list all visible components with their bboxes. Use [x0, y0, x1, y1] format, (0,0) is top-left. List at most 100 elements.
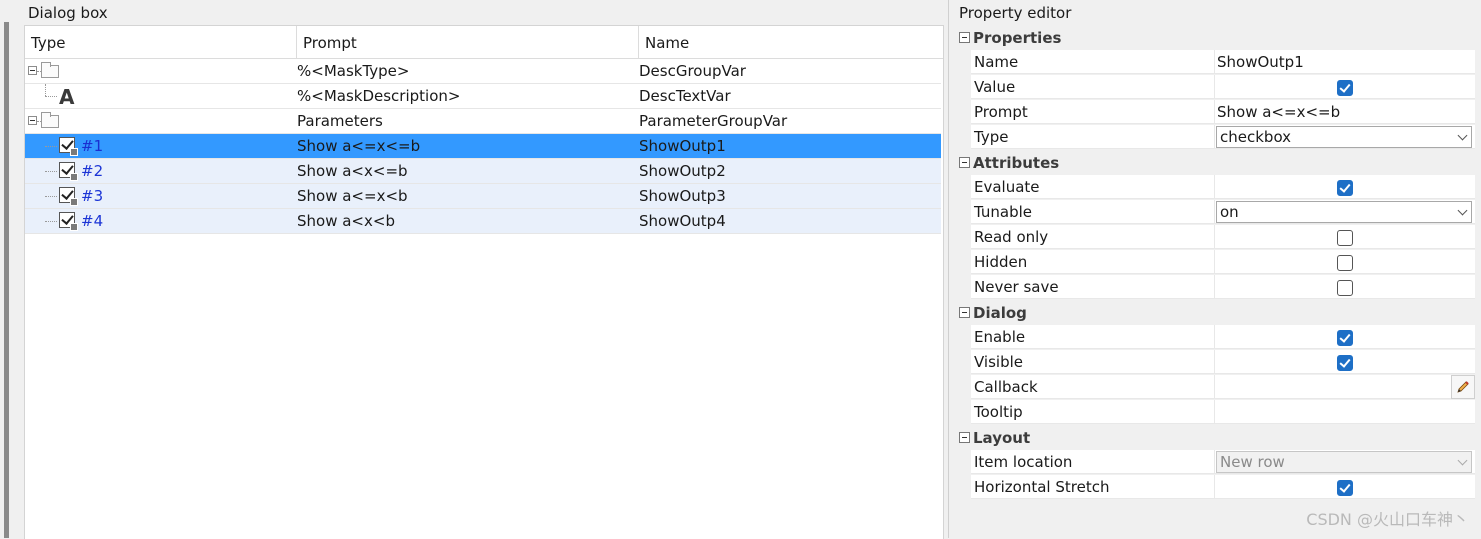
row-name: ShowOutp3	[639, 187, 726, 205]
section-label: Attributes	[973, 154, 1060, 172]
row-prompt: Show a<x<b	[297, 212, 395, 230]
property-tooltip: Tooltip	[955, 400, 1475, 425]
enable-checkbox[interactable]	[1337, 330, 1353, 346]
type-select[interactable]: checkbox	[1216, 126, 1472, 148]
chevron-down-icon	[1457, 130, 1468, 141]
dialog-tree: Type Prompt Name %<MaskType> DescGroupVa…	[24, 25, 944, 539]
never-save-checkbox[interactable]	[1337, 280, 1353, 296]
property-name: Name ShowOutp1	[955, 50, 1475, 75]
type-select-value: checkbox	[1220, 128, 1292, 146]
collapse-icon[interactable]	[959, 157, 970, 168]
folder-icon	[41, 62, 59, 78]
read-only-cell	[1215, 225, 1475, 249]
property-label: Evaluate	[971, 175, 1215, 199]
row-label: #2	[81, 162, 104, 180]
tunable-select-value: on	[1220, 203, 1239, 221]
prompt-value-field[interactable]: Show a<=x<=b	[1215, 100, 1475, 124]
column-header-name[interactable]: Name	[639, 26, 943, 58]
tree-row-desc-text[interactable]: A %<MaskDescription> DescTextVar	[25, 84, 941, 109]
value-checkbox[interactable]	[1337, 80, 1353, 96]
section-attributes[interactable]: Attributes	[955, 150, 1475, 175]
property-type: Type checkbox	[955, 125, 1475, 150]
property-editor-panel: Property editor Properties Name ShowOutp…	[949, 0, 1481, 538]
tree-row-param-1[interactable]: #1 Show a<=x<=b ShowOutp1	[25, 134, 941, 159]
dialog-box-title: Dialog box	[28, 4, 108, 22]
collapse-icon[interactable]	[959, 307, 970, 318]
section-layout[interactable]: Layout	[955, 425, 1475, 450]
tree-connector	[45, 171, 57, 172]
row-label: #3	[81, 187, 104, 205]
column-header-type[interactable]: Type	[25, 26, 297, 58]
read-only-checkbox[interactable]	[1337, 230, 1353, 246]
checkbox-type-icon	[59, 212, 78, 231]
row-prompt: %<MaskType>	[297, 62, 410, 80]
property-prompt: Prompt Show a<=x<=b	[955, 100, 1475, 125]
property-hidden: Hidden	[955, 250, 1475, 275]
property-label: Enable	[971, 325, 1215, 349]
tunable-select[interactable]: on	[1216, 201, 1472, 223]
property-callback: Callback	[955, 375, 1475, 400]
column-header-prompt[interactable]: Prompt	[297, 26, 639, 58]
section-dialog[interactable]: Dialog	[955, 300, 1475, 325]
property-evaluate: Evaluate	[955, 175, 1475, 200]
collapse-icon[interactable]	[28, 66, 37, 75]
tunable-cell: on	[1215, 200, 1475, 224]
tree-row-param-4[interactable]: #4 Show a<x<b ShowOutp4	[25, 209, 941, 234]
property-tunable: Tunable on	[955, 200, 1475, 225]
checkbox-type-icon	[59, 187, 78, 206]
item-location-value: New row	[1220, 453, 1285, 471]
hidden-checkbox[interactable]	[1337, 255, 1353, 271]
property-label: Name	[971, 50, 1215, 74]
property-label: Tooltip	[971, 400, 1215, 424]
row-label: #4	[81, 212, 104, 230]
row-name: ShowOutp2	[639, 162, 726, 180]
tree-header: Type Prompt Name	[25, 26, 943, 59]
property-label: Horizontal Stretch	[971, 475, 1215, 499]
property-read-only: Read only	[955, 225, 1475, 250]
name-value-field[interactable]: ShowOutp1	[1215, 50, 1475, 74]
row-prompt: Parameters	[297, 112, 383, 130]
callback-field[interactable]	[1215, 375, 1475, 399]
property-label: Tunable	[971, 200, 1215, 224]
property-label: Visible	[971, 350, 1215, 374]
vertical-scrollbar[interactable]	[4, 22, 9, 538]
type-cell: checkbox	[1215, 125, 1475, 149]
tree-row-parameters[interactable]: Parameters ParameterGroupVar	[25, 109, 941, 134]
horizontal-stretch-checkbox[interactable]	[1337, 480, 1353, 496]
checkbox-type-icon	[59, 162, 78, 181]
property-label: Hidden	[971, 250, 1215, 274]
watermark: CSDN @火山口车神丶	[1306, 510, 1469, 529]
collapse-icon[interactable]	[959, 432, 970, 443]
tree-row-desc-group[interactable]: %<MaskType> DescGroupVar	[25, 59, 941, 84]
pencil-icon[interactable]	[1451, 375, 1475, 399]
property-visible: Visible	[955, 350, 1475, 375]
property-label: Prompt	[971, 100, 1215, 124]
tree-connector	[45, 221, 57, 222]
chevron-down-icon	[1457, 205, 1468, 216]
row-prompt: Show a<=x<=b	[297, 137, 421, 155]
property-label: Item location	[971, 450, 1215, 474]
text-type-icon: A	[59, 85, 75, 109]
row-name: ShowOutp4	[639, 212, 726, 230]
property-never-save: Never save	[955, 275, 1475, 300]
tree-row-param-2[interactable]: #2 Show a<x<=b ShowOutp2	[25, 159, 941, 184]
property-horizontal-stretch: Horizontal Stretch	[955, 475, 1475, 500]
section-properties[interactable]: Properties	[955, 25, 1475, 50]
section-label: Dialog	[973, 304, 1027, 322]
tree-row-param-3[interactable]: #3 Show a<=x<b ShowOutp3	[25, 184, 941, 209]
evaluate-checkbox[interactable]	[1337, 180, 1353, 196]
collapse-icon[interactable]	[959, 32, 970, 43]
dialog-box-panel: Dialog box Type Prompt Name %<MaskType> …	[22, 0, 949, 539]
row-name: DescTextVar	[639, 87, 731, 105]
tree-connector	[45, 96, 57, 97]
collapse-icon[interactable]	[28, 116, 37, 125]
left-splitter-strip	[0, 0, 22, 538]
property-enable: Enable	[955, 325, 1475, 350]
visible-checkbox[interactable]	[1337, 355, 1353, 371]
tooltip-field[interactable]	[1215, 400, 1475, 424]
property-value: Value	[955, 75, 1475, 100]
tree-connector	[45, 196, 57, 197]
tree-connector	[45, 84, 46, 96]
property-label: Never save	[971, 275, 1215, 299]
item-location-cell: New row	[1215, 450, 1475, 474]
